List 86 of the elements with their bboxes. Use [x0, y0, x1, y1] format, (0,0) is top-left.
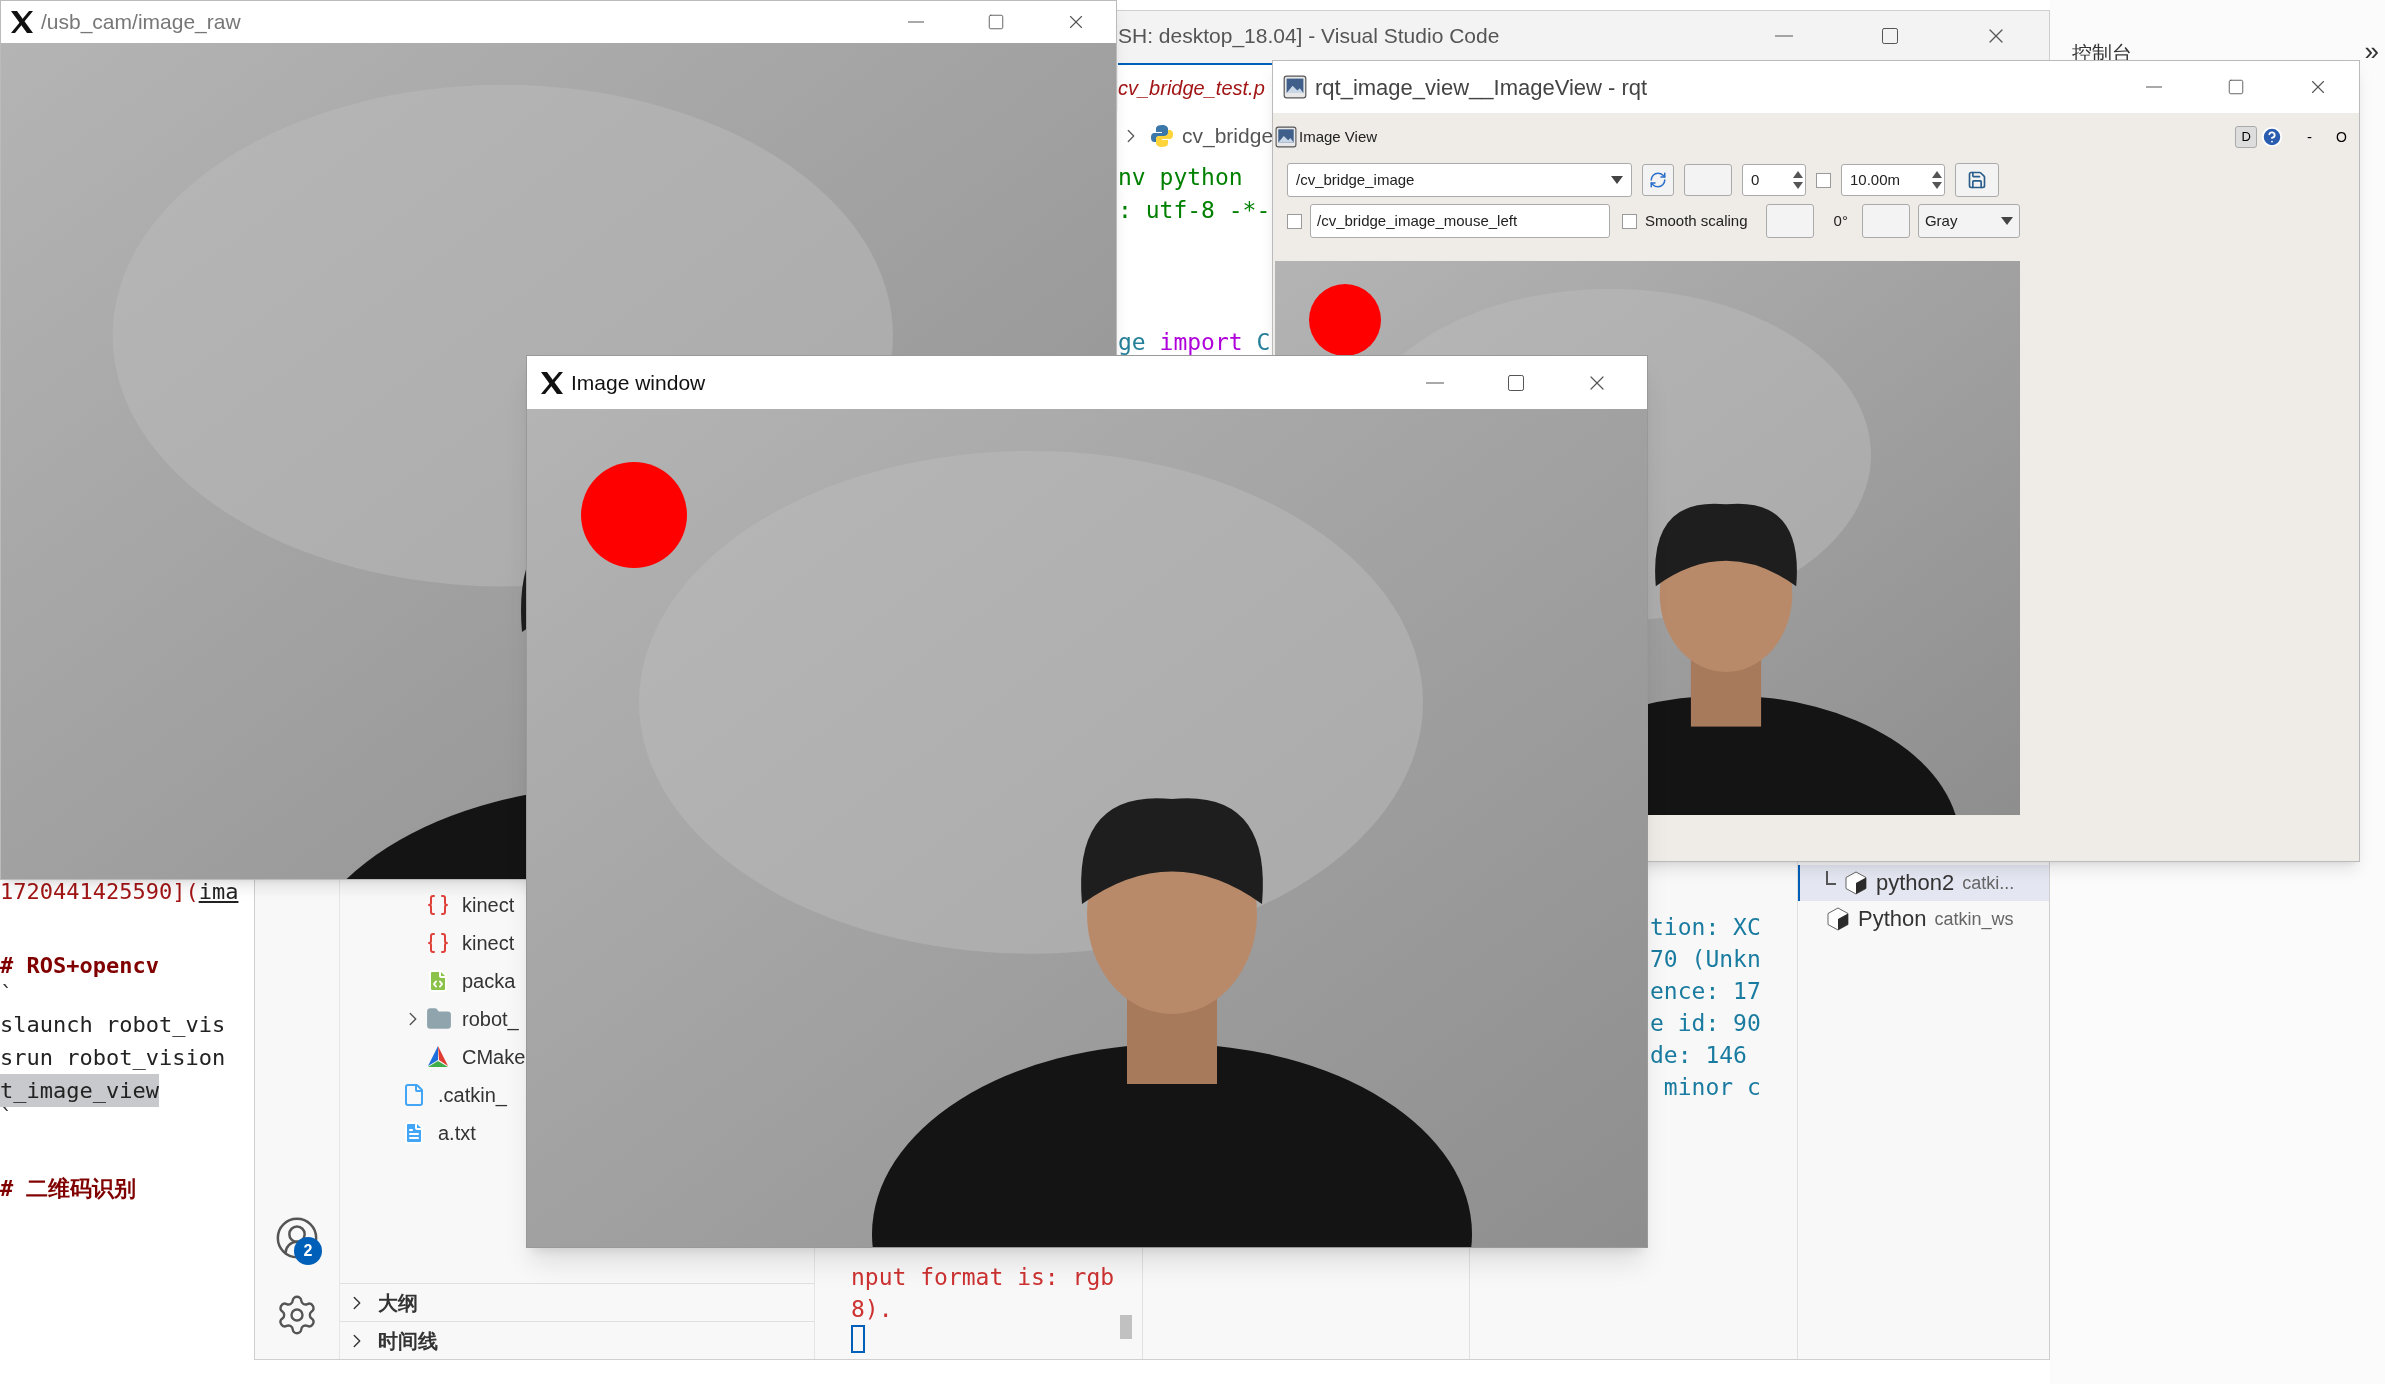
window-title: SH: desktop_18.04] - Visual Studio Code [1118, 23, 1500, 50]
section-header[interactable]: 时间线 [340, 1321, 814, 1359]
terminal-line: ence: 17 [1650, 977, 1761, 1006]
minimize-icon [1775, 35, 1793, 37]
scrollbar-thumb [1120, 1315, 1132, 1339]
link[interactable]: ima [198, 879, 239, 904]
terminal-line: e id: 90 [1650, 1009, 1761, 1038]
terminal-icon [1826, 907, 1850, 931]
image-icon [1275, 126, 1297, 148]
spin-arrows-icon [1932, 169, 1942, 191]
file-tree-item[interactable]: kinect [402, 886, 515, 924]
file-icon [402, 1083, 426, 1107]
x-logo-icon [539, 369, 565, 396]
window-title: rqt_image_view__ImageView - rqt [1315, 73, 1648, 102]
code-line: : utf-8 -*- [1118, 196, 1271, 225]
terminal-cursor [851, 1325, 865, 1353]
markdown-line: ` [0, 984, 14, 1008]
minimize-icon [908, 21, 924, 23]
terminal-list-item[interactable]: Python catkin_ws [1798, 901, 2049, 937]
o-label[interactable]: O [2336, 126, 2347, 148]
spin-box[interactable]: 0 [1742, 164, 1806, 196]
tree-line [1826, 871, 1836, 885]
code-line: nv python [1118, 163, 1243, 192]
maximize-icon [1880, 26, 1900, 46]
spin-arrows-icon [1793, 169, 1803, 191]
triangle-icon [426, 1046, 450, 1068]
terminal-line: de: 146 [1650, 1041, 1747, 1070]
python-icon [1150, 124, 1174, 148]
code-line: ge import C [1118, 328, 1271, 357]
minimize-icon [2146, 86, 2162, 88]
file-tree-item[interactable]: a.txt [378, 1114, 476, 1152]
minus-label[interactable]: - [2307, 125, 2313, 149]
terminal-line: nput format is: rgb [851, 1263, 1115, 1292]
terminal-list-item[interactable]: python2 catki... [1798, 865, 2049, 901]
plugin-title: Image View [1299, 126, 1378, 147]
terminal-line: tion: XC [1650, 913, 1761, 942]
dropdown-arrow-icon [2000, 217, 2013, 225]
braces-icon [426, 931, 450, 955]
breadcrumb: cv_bridge [1182, 123, 1274, 150]
markdown-line: slaunch robot_vis [0, 1011, 226, 1039]
file-tree-item[interactable]: packa [402, 962, 516, 1000]
blank-button[interactable] [1765, 204, 1814, 238]
file-tree-item[interactable]: robot_ [402, 1000, 519, 1038]
rotation-label: 0° [1833, 210, 1848, 231]
markdown-line: srun robot_vision [0, 1044, 226, 1072]
terminal-line: minor c [1662, 1073, 1761, 1102]
folder-icon [426, 1006, 452, 1032]
section-header[interactable]: 大纲 [340, 1283, 814, 1321]
editor-tab[interactable]: cv_bridge_test.p [1118, 63, 1275, 111]
markdown-heading: # ROS+opencv [0, 952, 159, 980]
markdown-heading: # 二维码识别 [0, 1175, 137, 1203]
checkbox-label: Smooth scaling [1645, 210, 1748, 231]
maximize-icon [2227, 78, 2245, 96]
checkbox[interactable] [1287, 213, 1302, 229]
image-icon [1283, 75, 1307, 99]
zoom-field[interactable]: 10.00m [1841, 164, 1945, 196]
text-file-icon [402, 1121, 426, 1145]
file-tree-item[interactable]: CMake [402, 1038, 526, 1076]
d-button[interactable]: D [2235, 126, 2258, 148]
notification-badge: 2 [294, 1237, 322, 1265]
window-title: Image window [571, 369, 706, 396]
file-tree-item[interactable]: kinect [402, 924, 515, 962]
overflow-label[interactable]: » [2364, 38, 2379, 64]
markdown-line: ` [0, 1107, 14, 1131]
braces-icon [426, 893, 450, 917]
terminal-icon [1844, 871, 1868, 895]
save-icon [1967, 170, 1987, 190]
blank-button[interactable] [1684, 164, 1732, 196]
save-button[interactable] [1955, 163, 1999, 197]
topic-dropdown[interactable]: /cv_bridge_image [1287, 163, 1632, 197]
refresh-button[interactable] [1642, 164, 1674, 196]
refresh-icon [1649, 171, 1667, 189]
color-scheme-dropdown[interactable]: Gray [1917, 204, 2020, 238]
file-tree-item[interactable]: .catkin_ [378, 1076, 507, 1114]
checkbox[interactable] [1622, 213, 1637, 229]
terminal-line: 8). [851, 1295, 893, 1324]
checkbox[interactable] [1816, 172, 1831, 188]
mouse-topic-field[interactable]: /cv_bridge_image_mouse_left [1310, 204, 1610, 238]
window-title: /usb_cam/image_raw [41, 9, 241, 36]
code-file-icon [426, 969, 450, 993]
help-icon[interactable] [2261, 126, 2284, 148]
blank-button[interactable] [1861, 204, 1910, 238]
dropdown-arrow-icon [1611, 176, 1623, 184]
maximize-icon [987, 13, 1005, 31]
terminal-line: 70 (Unkn [1650, 945, 1761, 974]
x-logo-icon [9, 9, 35, 35]
